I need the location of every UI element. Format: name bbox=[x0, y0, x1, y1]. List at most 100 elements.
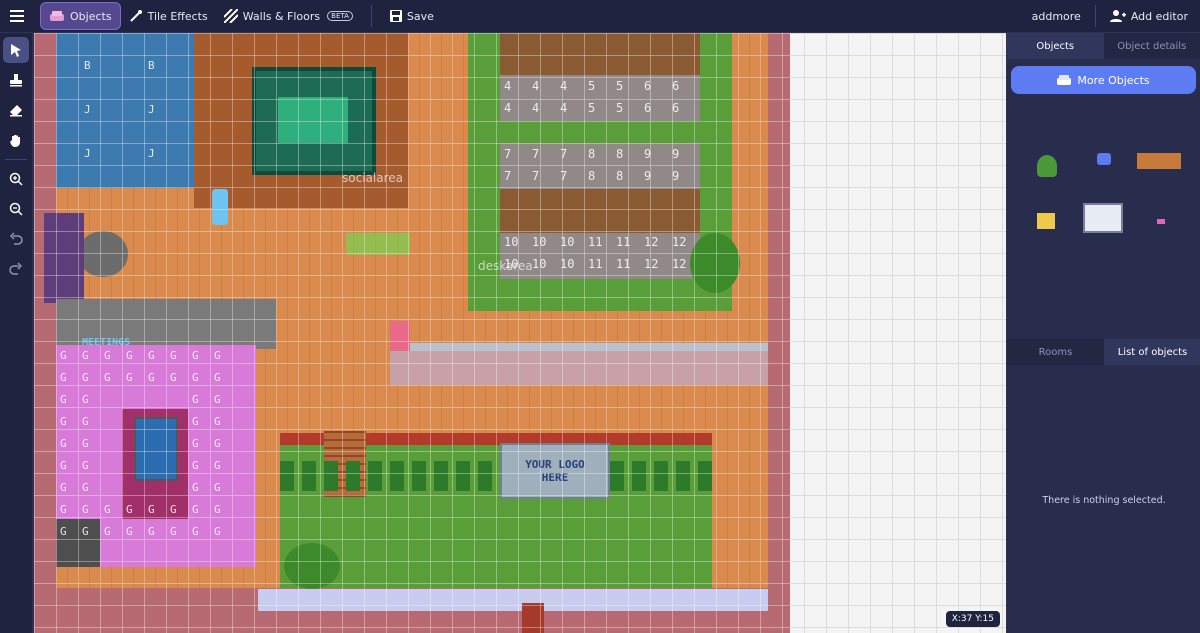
room-letter: G bbox=[214, 481, 221, 494]
desk-number: 4 bbox=[560, 101, 568, 115]
map-canvas[interactable]: YOUR LOGO HERE socialarea deskarea MEETI… bbox=[34, 33, 1006, 633]
hand-tool[interactable] bbox=[3, 127, 29, 153]
zoom-in-button[interactable] bbox=[3, 166, 29, 192]
room-letter: G bbox=[148, 525, 155, 538]
room-letter: G bbox=[82, 371, 89, 384]
room-letter: G bbox=[60, 525, 67, 538]
desk-number: 7 bbox=[560, 147, 568, 161]
add-editor-button[interactable]: Add editor bbox=[1102, 2, 1196, 30]
undo-button[interactable] bbox=[3, 226, 29, 252]
desk-number: 4 bbox=[532, 79, 540, 93]
meeting-table bbox=[278, 97, 348, 143]
room-letter: G bbox=[214, 415, 221, 428]
desk-number: 8 bbox=[616, 169, 624, 183]
more-objects-label: More Objects bbox=[1077, 73, 1150, 87]
desk-number: 10 bbox=[532, 235, 547, 249]
potted-plant-object[interactable] bbox=[1037, 155, 1057, 177]
room-letter: G bbox=[126, 503, 133, 516]
fountain bbox=[78, 231, 128, 277]
room-letter: J bbox=[84, 103, 91, 116]
tab-rooms[interactable]: Rooms bbox=[1007, 339, 1104, 365]
hatch-icon bbox=[223, 9, 238, 23]
entrance-strip bbox=[258, 589, 768, 611]
tab-object-details[interactable]: Object details bbox=[1103, 33, 1200, 59]
desk-number: 6 bbox=[644, 79, 652, 93]
room-letter: G bbox=[82, 525, 89, 538]
room-letter: G bbox=[60, 371, 67, 384]
room-letter: G bbox=[170, 349, 177, 362]
desk-numbers-zone-1 bbox=[500, 75, 700, 121]
cursor-icon bbox=[11, 44, 21, 57]
poster-object[interactable] bbox=[1037, 213, 1055, 229]
save-button[interactable]: Save bbox=[382, 2, 442, 30]
redo-icon bbox=[9, 262, 23, 275]
social-area-label: socialarea bbox=[342, 171, 403, 185]
beta-badge: BETA bbox=[327, 11, 353, 21]
room-letter: G bbox=[126, 371, 133, 384]
eraser-tool[interactable] bbox=[3, 97, 29, 123]
desk-number: 12 bbox=[672, 257, 687, 271]
desk-number: 11 bbox=[616, 257, 631, 271]
wood-desk-object[interactable] bbox=[1137, 153, 1181, 169]
object-palette bbox=[1007, 101, 1200, 331]
green-zone bbox=[346, 233, 410, 255]
room-letter: G bbox=[126, 349, 133, 362]
objects-tool-label: Objects bbox=[70, 9, 112, 23]
desk-number: 6 bbox=[672, 101, 680, 115]
room-letter: G bbox=[82, 415, 89, 428]
floppy-disk-icon bbox=[389, 10, 402, 22]
room-letter: G bbox=[82, 503, 89, 516]
empty-selection-message: There is nothing selected. bbox=[1042, 495, 1166, 506]
blue-room-floor bbox=[56, 33, 194, 188]
whiteboard-object[interactable] bbox=[1083, 203, 1123, 233]
more-objects-button[interactable]: More Objects bbox=[1011, 66, 1196, 94]
room-letter: G bbox=[170, 503, 177, 516]
desk-number: 11 bbox=[616, 235, 631, 249]
desk-number: 9 bbox=[672, 147, 680, 161]
desk-row-2 bbox=[500, 189, 700, 233]
stamp-tool[interactable] bbox=[3, 67, 29, 93]
coordinate-readout: X:37 Y:15 bbox=[945, 611, 1000, 627]
select-tool[interactable] bbox=[3, 37, 29, 63]
menu-button[interactable] bbox=[0, 2, 33, 30]
desk-number: 11 bbox=[588, 235, 603, 249]
walls-floors-button[interactable]: Walls & Floors BETA bbox=[216, 2, 361, 30]
zoom-out-icon bbox=[9, 202, 23, 216]
desk-number: 10 bbox=[532, 257, 547, 271]
room-letter: B bbox=[84, 59, 91, 72]
room-letter: G bbox=[82, 459, 89, 472]
save-label: Save bbox=[406, 9, 434, 23]
zoom-out-button[interactable] bbox=[3, 196, 29, 222]
tile-effects-button[interactable]: Tile Effects bbox=[121, 2, 216, 30]
room-letter: G bbox=[214, 371, 221, 384]
desk-number: 5 bbox=[588, 79, 596, 93]
flower-bed bbox=[44, 213, 84, 303]
room-letter: G bbox=[82, 481, 89, 494]
reception-counter bbox=[390, 343, 768, 385]
hamburger-icon bbox=[9, 10, 24, 22]
desk-row-1 bbox=[500, 33, 700, 75]
small-pink-object[interactable] bbox=[1157, 219, 1165, 224]
desk-number: 8 bbox=[588, 169, 596, 183]
room-letter: G bbox=[60, 393, 67, 406]
eraser-icon bbox=[10, 105, 22, 117]
undo-icon bbox=[9, 232, 23, 245]
room-letter: G bbox=[214, 349, 221, 362]
tab-list-of-objects[interactable]: List of objects bbox=[1104, 339, 1200, 365]
room-letter: G bbox=[104, 503, 111, 516]
desk-number: 10 bbox=[560, 257, 575, 271]
redo-button[interactable] bbox=[3, 256, 29, 282]
zoom-in-icon bbox=[9, 172, 23, 186]
hedge-row bbox=[280, 461, 712, 491]
blue-chair-object[interactable] bbox=[1097, 153, 1111, 165]
objects-tool-button[interactable]: Objects bbox=[40, 2, 121, 30]
add-user-icon bbox=[1109, 10, 1126, 22]
tab-objects[interactable]: Objects bbox=[1007, 33, 1104, 59]
desk-number: 12 bbox=[644, 257, 659, 271]
desk-number: 7 bbox=[532, 169, 540, 183]
logo-sign: YOUR LOGO HERE bbox=[500, 443, 610, 499]
room-letter: G bbox=[192, 393, 199, 406]
add-editor-label: Add editor bbox=[1130, 9, 1188, 23]
desk-number: 6 bbox=[672, 79, 680, 93]
water-cooler bbox=[212, 189, 228, 225]
